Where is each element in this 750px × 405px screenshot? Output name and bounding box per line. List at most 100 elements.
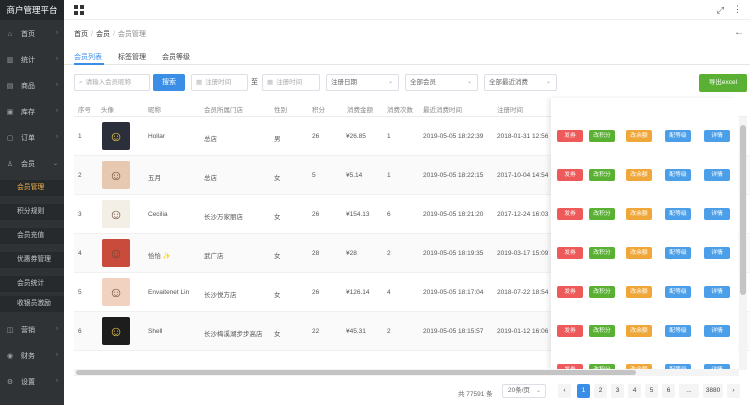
cell-last: 2019-05-05 18:19:35 (423, 250, 484, 257)
page-button[interactable]: 3 (611, 384, 624, 398)
member-level-select[interactable]: 全部会员 ⌄ (405, 74, 478, 91)
detail-button[interactable]: 详情 (704, 169, 730, 181)
chevron-down-icon: ⌄ (52, 161, 58, 167)
tab-tag-manage[interactable]: 标签管理 (118, 52, 146, 62)
sidebar-sub-item-1[interactable]: 积分规则 (0, 204, 64, 220)
detail-button[interactable]: 详情 (704, 247, 730, 259)
cell-points: 5 (312, 172, 316, 179)
cell-points: 26 (312, 211, 320, 218)
vertical-scrollbar[interactable] (739, 117, 747, 370)
sidebar-item-label: 库存 (21, 109, 35, 116)
edit-points-button[interactable]: 改积分 (589, 247, 615, 259)
calendar-icon: ▦ (267, 79, 274, 86)
cell-amount: ¥126.14 (346, 289, 370, 296)
menu-grid-icon[interactable] (74, 5, 84, 15)
issue-coupon-button[interactable]: 发券 (557, 325, 583, 337)
cell-count: 2 (387, 328, 391, 335)
cell-points: 26 (312, 133, 320, 140)
edit-balance-button[interactable]: 改余额 (626, 208, 652, 220)
cell-last: 2019-05-05 18:21:20 (423, 211, 484, 218)
issue-coupon-button[interactable]: 发券 (557, 247, 583, 259)
avatar: ☺ (102, 278, 130, 306)
edit-balance-button[interactable]: 改余额 (626, 325, 652, 337)
sidebar-item-5[interactable]: ♙ 会员 ⌄ (0, 156, 64, 172)
page-button[interactable]: 1 (577, 384, 590, 398)
set-level-button[interactable]: 配等级 (665, 169, 691, 181)
sidebar-item-0[interactable]: ⌂ 首页 › (0, 26, 64, 42)
edit-points-button[interactable]: 改积分 (589, 325, 615, 337)
issue-coupon-button[interactable]: 发券 (557, 286, 583, 298)
sidebar-bottom-item-2[interactable]: ⚙ 设置 › (0, 374, 64, 390)
set-level-button[interactable]: 配等级 (665, 130, 691, 142)
issue-coupon-button[interactable]: 发券 (557, 208, 583, 220)
page-button[interactable]: 4 (628, 384, 641, 398)
edit-points-button[interactable]: 改积分 (589, 208, 615, 220)
fullscreen-icon[interactable]: ⤢ (717, 5, 724, 16)
sidebar-sub-item-4[interactable]: 会员统计 (0, 276, 64, 292)
sidebar-item-4[interactable]: ▢ 订单 › (0, 130, 64, 146)
sidebar-item-3[interactable]: ▣ 库存 › (0, 104, 64, 120)
edit-balance-button[interactable]: 改余额 (626, 247, 652, 259)
edit-balance-button[interactable]: 改余额 (626, 286, 652, 298)
cell-store: 总店 (204, 175, 217, 182)
detail-button[interactable]: 详情 (704, 130, 730, 142)
page-ellipsis[interactable]: ... (679, 384, 699, 398)
set-level-button[interactable]: 配等级 (665, 208, 691, 220)
recent-consume-select[interactable]: 全部最近消费 ⌄ (484, 74, 557, 91)
sidebar-sub-item-0[interactable]: 会员管理 (0, 180, 64, 196)
sidebar-item-2[interactable]: ▤ 商品 › (0, 78, 64, 94)
cell-no: 1 (78, 133, 82, 140)
register-end-input[interactable]: ▦ 注册时间 (262, 74, 320, 91)
avatar-face-icon: ☺ (108, 128, 124, 144)
cell-store: 长沙悦方店 (204, 292, 237, 299)
detail-button[interactable]: 详情 (704, 208, 730, 220)
register-date-select[interactable]: 注册日期 ⌄ (326, 74, 399, 91)
horizontal-scrollbar[interactable] (74, 369, 739, 376)
page-button[interactable]: 6 (662, 384, 675, 398)
avatar-face-icon: ☺ (108, 167, 124, 183)
column-header: 头像 (101, 107, 114, 114)
sidebar-item-1[interactable]: ▥ 统计 › (0, 52, 64, 68)
goods-icon: ▤ (6, 83, 14, 90)
sidebar-sub-item-3[interactable]: 优惠券管理 (0, 252, 64, 268)
tab-member-list[interactable]: 会员列表 (74, 52, 102, 62)
edit-balance-button[interactable]: 改余额 (626, 130, 652, 142)
avatar-face-icon: ☺ (108, 245, 124, 261)
search-input[interactable]: ⌕ 请输入会员昵称 (74, 74, 150, 91)
page-button[interactable]: 5 (645, 384, 658, 398)
cell-count: 6 (387, 211, 391, 218)
tab-member-level[interactable]: 会员等级 (162, 52, 190, 62)
sidebar-sub-item-2[interactable]: 会员充值 (0, 228, 64, 244)
back-arrow-icon[interactable]: ← (734, 27, 744, 38)
member-icon: ♙ (6, 161, 14, 168)
sidebar-sub-item-5[interactable]: 收银员激励 (0, 296, 64, 312)
issue-coupon-button[interactable]: 发券 (557, 130, 583, 142)
set-level-button[interactable]: 配等级 (665, 325, 691, 337)
page-button[interactable]: 2 (594, 384, 607, 398)
page-size-select[interactable]: 20条/页 ⌄ (502, 384, 546, 398)
chevron-right-icon: › (56, 326, 58, 332)
set-level-button[interactable]: 配等级 (665, 286, 691, 298)
column-header: 注册时间 (497, 107, 523, 114)
prev-page-button[interactable]: ‹ (558, 384, 571, 398)
breadcrumb-member[interactable]: 会员 (96, 31, 110, 38)
issue-coupon-button[interactable]: 发券 (557, 169, 583, 181)
search-button[interactable]: 搜索 (153, 74, 185, 91)
edit-points-button[interactable]: 改积分 (589, 130, 615, 142)
order-icon: ▢ (6, 135, 14, 142)
set-level-button[interactable]: 配等级 (665, 247, 691, 259)
detail-button[interactable]: 详情 (704, 286, 730, 298)
detail-button[interactable]: 详情 (704, 325, 730, 337)
page-button[interactable]: 3880 (703, 384, 723, 398)
edit-points-button[interactable]: 改积分 (589, 286, 615, 298)
avatar-face-icon: ☺ (108, 206, 124, 222)
sidebar-bottom-item-1[interactable]: ◉ 财务 › (0, 348, 64, 364)
edit-points-button[interactable]: 改积分 (589, 169, 615, 181)
more-icon[interactable]: ⋮ (733, 4, 742, 15)
sidebar-bottom-item-0[interactable]: ◫ 营销 › (0, 322, 64, 338)
register-start-input[interactable]: ▦ 注册时间 (191, 74, 248, 91)
edit-balance-button[interactable]: 改余额 (626, 169, 652, 181)
next-page-button[interactable]: › (727, 384, 740, 398)
breadcrumb-home[interactable]: 首页 (74, 31, 88, 38)
export-excel-button[interactable]: 导出excel (699, 74, 747, 92)
